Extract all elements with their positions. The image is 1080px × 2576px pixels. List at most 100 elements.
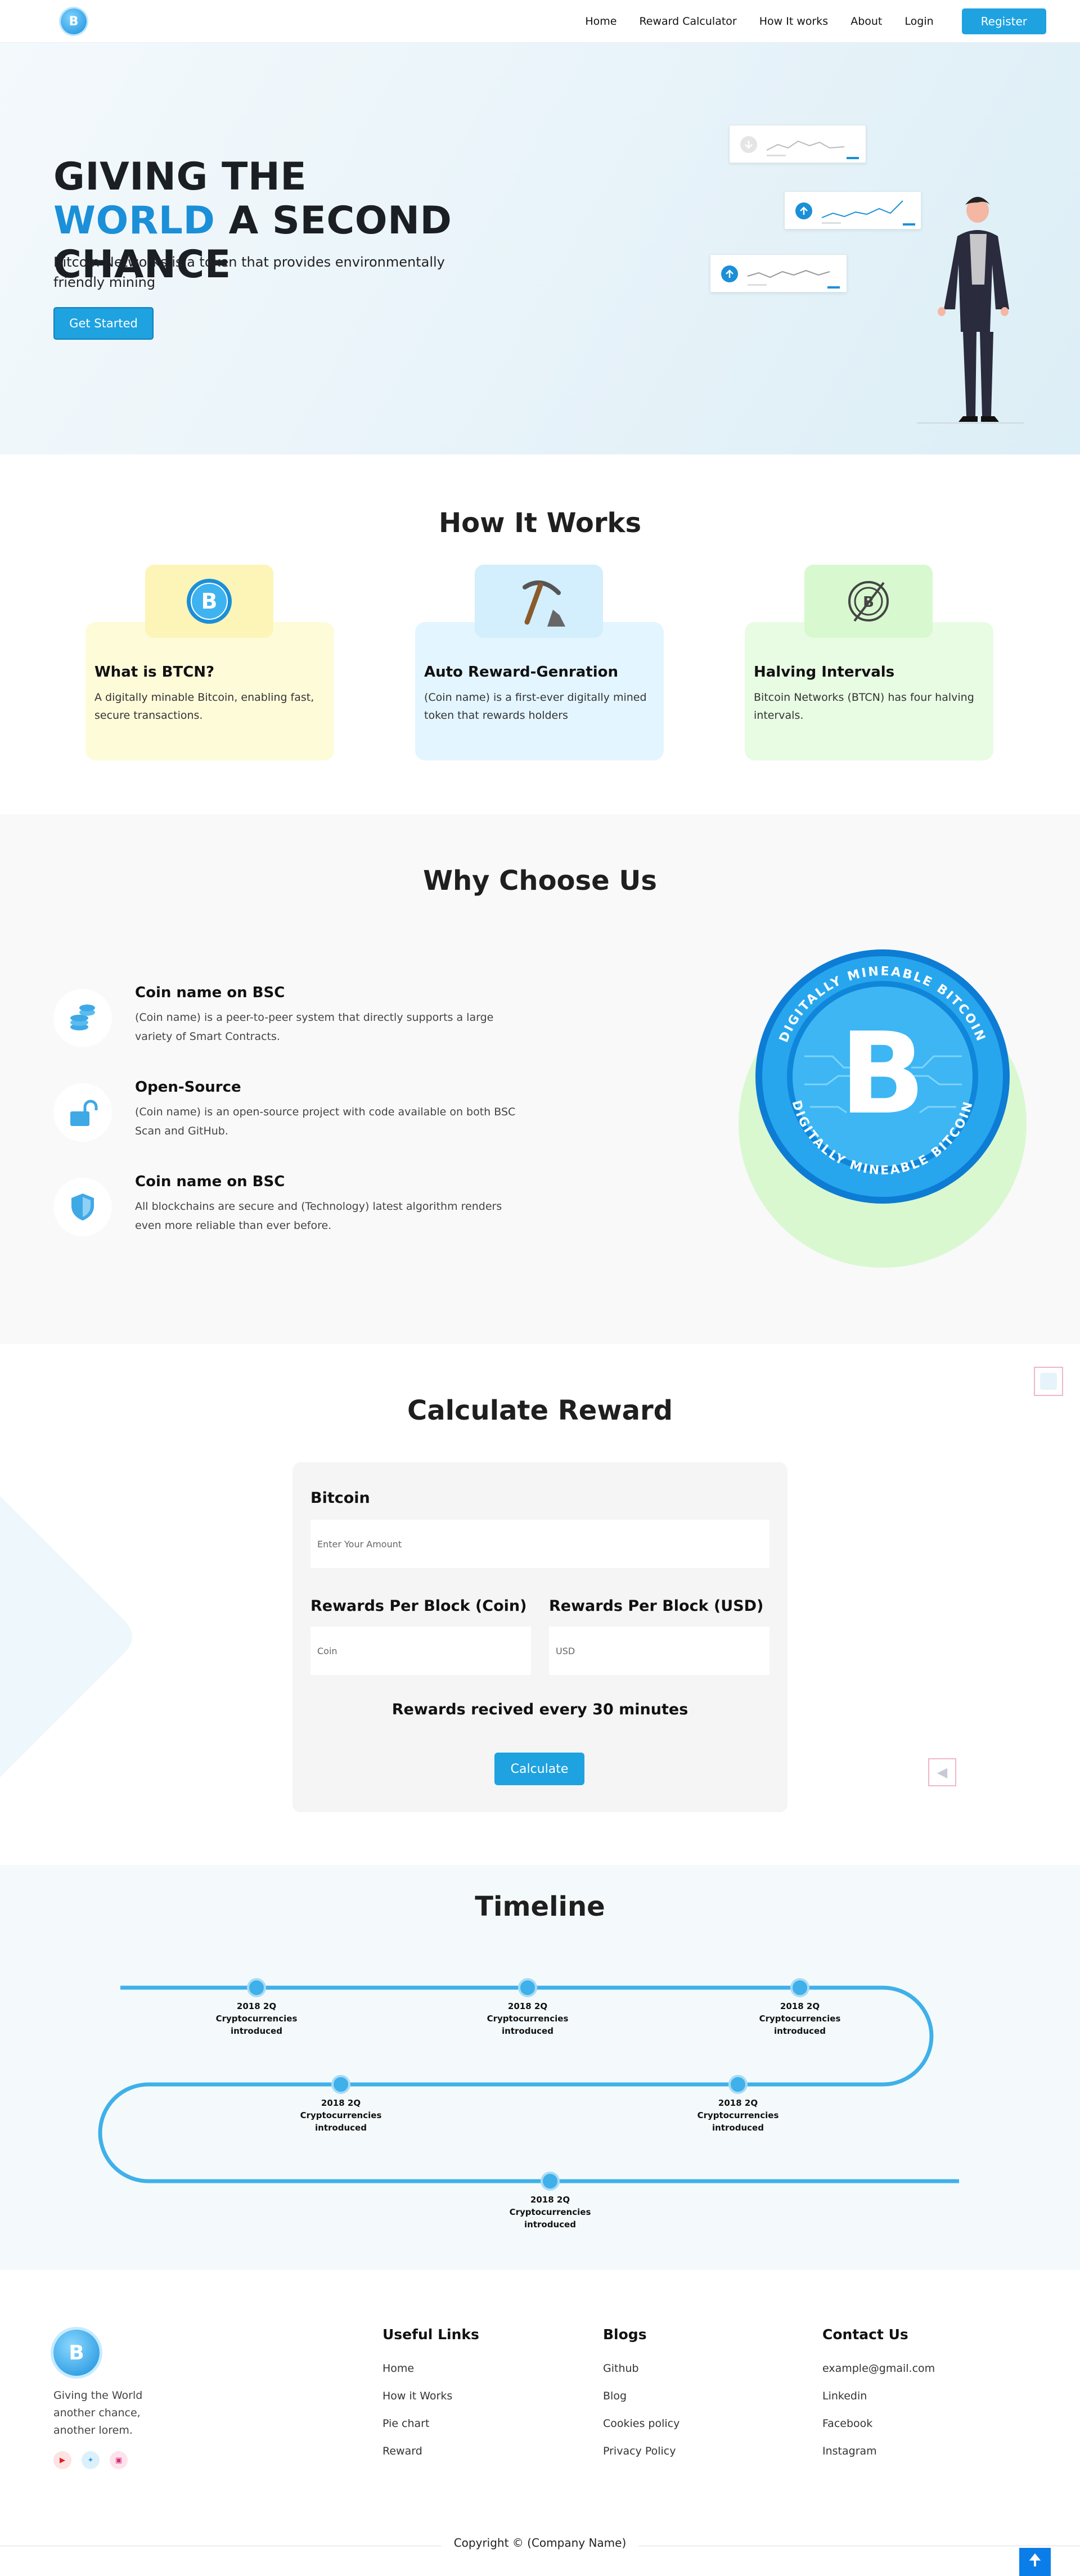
timeline-label: Cryptocurrencies introduced [697, 2110, 779, 2133]
hero-title-part1: GIVING THE [53, 155, 307, 199]
how-card-title: Halving Intervals [754, 664, 895, 681]
footer-link-blog[interactable]: Blog [603, 2383, 680, 2410]
chart-line-illustration [795, 200, 915, 226]
halving-icon: B [804, 565, 933, 638]
why-item-bsc: Coin name on BSC (Coin name) is a peer-t… [53, 982, 537, 1055]
how-card-auto-reward-body: Auto Reward-Genration (Coin name) is a f… [415, 622, 664, 760]
shield-icon [53, 1178, 112, 1236]
twitter-icon[interactable]: ✦ [82, 2451, 100, 2469]
why-item-open-source: Open-Source (Coin name) is an open-sourc… [53, 1077, 537, 1150]
footer-description: Giving the World another chance, another… [53, 2389, 143, 2437]
hero-subtitle: Bitcoin Networks is a token that provide… [53, 254, 445, 290]
timeline-event: 2018 2Q Cryptocurrencies introduced [744, 2000, 856, 2037]
timeline-label: Cryptocurrencies introduced [509, 2207, 591, 2230]
calculate-button[interactable]: Calculate [494, 1753, 584, 1785]
badge-symbol: B [840, 1008, 925, 1140]
bitcoin-amount-input[interactable]: Enter Your Amount [310, 1520, 770, 1568]
footer-link-reward[interactable]: Reward [382, 2438, 479, 2465]
youtube-icon[interactable]: ▶ [53, 2451, 71, 2469]
dashboard-card-illustration [729, 125, 866, 163]
chart-line-illustration [740, 136, 859, 159]
nav-item-how-it-works[interactable]: How It works [759, 15, 828, 28]
brand-logo-symbol: B [69, 14, 79, 29]
calculate-reward-title: Calculate Reward [407, 1395, 673, 1426]
timeline-date: 2018 2Q [321, 2098, 361, 2108]
how-card-text: (Coin name) is a first-ever digitally mi… [424, 691, 647, 722]
timeline-date: 2018 2Q [780, 2001, 820, 2011]
how-card-text: A digitally minable Bitcoin, enabling fa… [94, 691, 314, 722]
timeline-event: 2018 2Q Cryptocurrencies introduced [471, 2000, 584, 2037]
why-item-title: Coin name on BSC [135, 1173, 285, 1190]
footer-link-cookies-policy[interactable]: Cookies policy [603, 2410, 680, 2438]
timeline-label: Cryptocurrencies introduced [759, 2014, 841, 2036]
usd-rewards-input[interactable]: USD [549, 1627, 770, 1675]
timeline-section: Timeline 2018 2Q Cryptocurrencies introdu… [0, 1865, 1080, 2270]
footer-link-github[interactable]: Github [603, 2355, 680, 2383]
footer-link-how-it-works[interactable]: How it Works [382, 2383, 479, 2410]
timeline-event: 2018 2Q Cryptocurrencies introduced [682, 2097, 794, 2134]
instagram-icon[interactable]: ▣ [110, 2451, 128, 2469]
footer-useful-links: Useful Links Home How it Works Pie chart… [382, 2326, 479, 2465]
why-item-secure: Coin name on BSC All blockchains are sec… [53, 1171, 537, 1244]
why-item-text: (Coin name) is a peer-to-peer system tha… [135, 1011, 494, 1043]
footer-col-title: Blogs [603, 2326, 647, 2343]
timeline-label: Cryptocurrencies introduced [487, 2014, 569, 2036]
pickaxe-icon [475, 565, 603, 638]
top-navbar: B Home Reward Calculator How It works Ab… [0, 0, 1080, 43]
timeline-date: 2018 2Q [530, 2195, 570, 2205]
footer-col-title: Contact Us [822, 2326, 908, 2343]
coin-rewards-input[interactable]: Coin [310, 1627, 531, 1675]
footer-link-pie-chart[interactable]: Pie chart [382, 2410, 479, 2438]
floating-widget-icon[interactable] [1034, 1367, 1063, 1396]
footer-link-facebook[interactable]: Facebook [822, 2410, 935, 2438]
decorative-shape [0, 1496, 132, 1777]
register-button[interactable]: Register [961, 8, 1046, 34]
timeline-date: 2018 2Q [236, 2001, 277, 2011]
footer-blogs: Blogs Github Blog Cookies policy Privacy… [603, 2326, 680, 2465]
timeline-event: 2018 2Q Cryptocurrencies introduced [494, 2194, 606, 2231]
nav-item-home[interactable]: Home [585, 15, 616, 28]
bitcoin-badge-illustration: B DIGITALLY MINEABLE BITCOIN DIGITALLY M… [739, 949, 1027, 1268]
usd-rewards-label: Rewards Per Block (USD) [549, 1597, 764, 1615]
why-item-text: (Coin name) is an open-source project wi… [135, 1106, 516, 1137]
nav-item-about[interactable]: About [850, 15, 882, 28]
share-widget-icon[interactable]: ◀ [928, 1758, 956, 1786]
nav-item-reward-calculator[interactable]: Reward Calculator [639, 15, 736, 28]
svg-text:B: B [201, 589, 218, 614]
footer-contact: Contact Us example@gmail.com Linkedin Fa… [822, 2326, 935, 2465]
coins-stack-icon [53, 989, 112, 1047]
footer-col-title: Useful Links [382, 2326, 479, 2343]
timeline-label: Cryptocurrencies introduced [215, 2014, 298, 2036]
nav-item-login[interactable]: Login [904, 15, 933, 28]
why-choose-title: Why Choose Us [423, 865, 657, 897]
footer-link-privacy-policy[interactable]: Privacy Policy [603, 2438, 680, 2465]
get-started-button[interactable]: Get Started [53, 307, 154, 340]
dashboard-card-illustration [710, 254, 847, 292]
footer-logo[interactable]: B [53, 2330, 100, 2376]
hero-section: GIVING THE WORLD A SECOND CHANCE Bitcoin… [0, 43, 1080, 454]
timeline-date: 2018 2Q [718, 2098, 758, 2108]
why-choose-section: Why Choose Us Coin name on BSC (Coin nam… [0, 814, 1080, 1344]
how-card-text: Bitcoin Networks (BTCN) has four halving… [754, 691, 974, 722]
unlock-icon [53, 1083, 112, 1142]
how-card-btcn-body: What is BTCN? A digitally minable Bitcoi… [86, 622, 334, 760]
copyright: Copyright © (Company Name) [0, 2536, 1080, 2550]
timeline-label: Cryptocurrencies introduced [300, 2110, 382, 2133]
brand-logo[interactable]: B [61, 8, 87, 34]
footer-link-home[interactable]: Home [382, 2355, 479, 2383]
why-item-text: All blockchains are secure and (Technolo… [135, 1200, 502, 1232]
footer-link-linkedin[interactable]: Linkedin [822, 2383, 935, 2410]
how-card-title: Auto Reward-Genration [424, 664, 618, 681]
person-illustration [917, 197, 1024, 424]
footer-link-instagram[interactable]: Instagram [822, 2438, 935, 2465]
hero-title-highlight: WORLD [53, 199, 215, 243]
dashboard-card-illustration [784, 191, 921, 229]
coin-rewards-label: Rewards Per Block (Coin) [310, 1597, 527, 1615]
why-item-title: Open-Source [135, 1079, 241, 1096]
how-card-halving-body: Halving Intervals Bitcoin Networks (BTCN… [745, 622, 993, 760]
footer-link-email[interactable]: example@gmail.com [822, 2355, 935, 2383]
rewards-note: Rewards recived every 30 minutes [392, 1701, 688, 1718]
chart-line-illustration [721, 265, 840, 289]
back-to-top-button[interactable]: 🠉 [1019, 2548, 1051, 2576]
arrow-up-icon: 🠉 [1028, 2551, 1042, 2569]
